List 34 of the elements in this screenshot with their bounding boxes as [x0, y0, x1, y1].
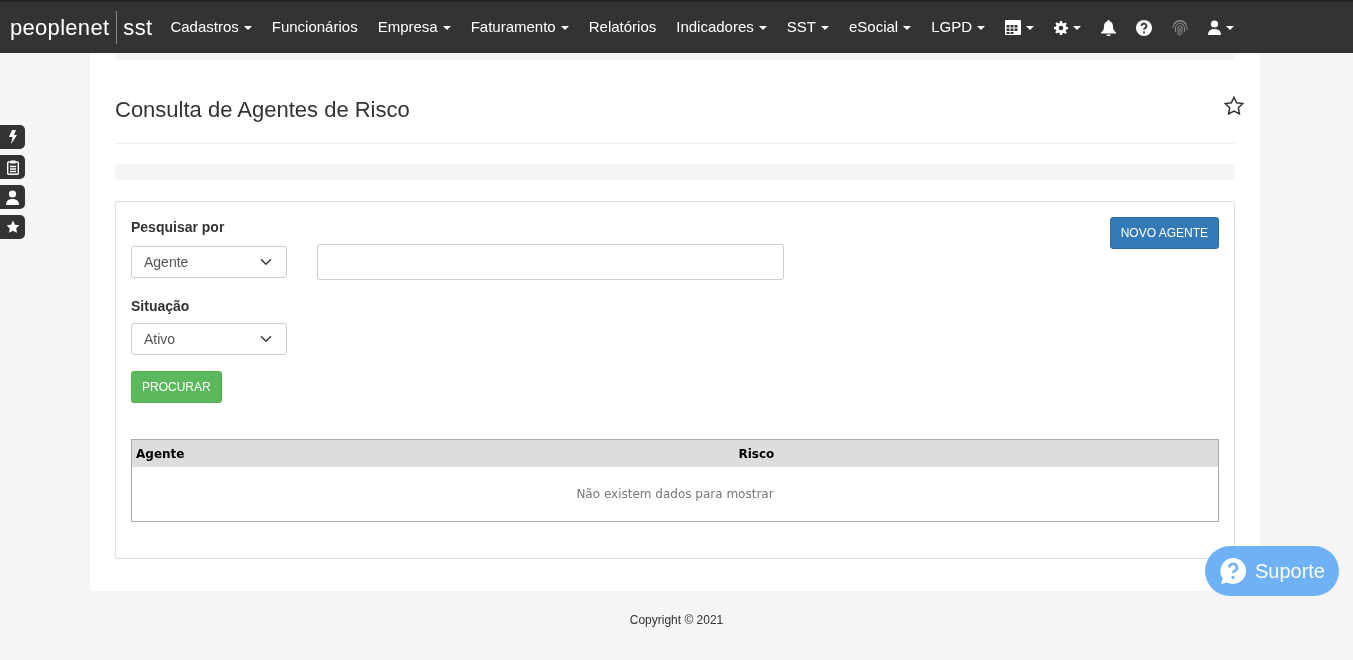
nav-menu-item[interactable]: Indicadores — [666, 16, 777, 39]
user-icon — [6, 189, 19, 205]
nav-menu-item[interactable]: SST — [776, 16, 839, 39]
new-agent-button[interactable]: NOVO AGENTE — [1109, 217, 1219, 250]
nav-menu-item[interactable]: LGPD — [921, 16, 996, 39]
empty-message: Não existem dados para mostrar — [576, 486, 774, 504]
column-header: Risco — [737, 445, 776, 463]
lightning-icon — [8, 130, 17, 144]
calendar-icon — [1005, 20, 1022, 35]
nav-menu-item[interactable]: Funcionários — [261, 16, 368, 39]
nav-menu-item[interactable]: Relatórios — [578, 16, 667, 39]
star-shortcut[interactable] — [0, 215, 25, 239]
search-by-select[interactable]: Agente — [131, 246, 287, 279]
search-by-label: Pesquisar por — [131, 218, 226, 238]
clipboard-shortcut[interactable] — [0, 155, 25, 179]
star-icon — [5, 220, 20, 234]
search-input[interactable] — [317, 244, 784, 281]
nav-menu-item[interactable]: Faturamento — [460, 16, 579, 39]
brand-logo[interactable]: peoplenet sst — [10, 11, 153, 44]
settings-icon — [1054, 20, 1069, 35]
nav-menu-item[interactable]: Empresa — [367, 16, 461, 39]
status-label: Situação — [131, 297, 191, 317]
status-select[interactable]: Ativo — [131, 323, 287, 356]
copyright-text: Copyright © 2021 — [629, 613, 724, 627]
user-icon — [1208, 20, 1222, 35]
nav-menu-item[interactable]: eSocial — [839, 16, 922, 39]
lightning-shortcut[interactable] — [0, 125, 25, 149]
user-shortcut[interactable] — [0, 185, 25, 209]
clipboard-icon — [6, 159, 19, 175]
favorite-star-icon[interactable] — [1224, 96, 1244, 116]
column-header: Agente — [135, 445, 186, 463]
page-title: Consulta de Agentes de Risco — [115, 96, 410, 124]
help-bubble-icon — [1218, 557, 1247, 585]
nav-menu-item[interactable]: Cadastros — [160, 16, 262, 39]
